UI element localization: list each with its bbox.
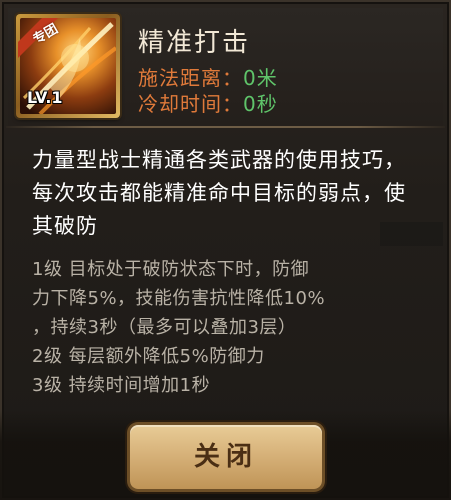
- cast-range-label: 施法距离：: [138, 66, 243, 90]
- effect-line: ，持续3秒（最多可以叠加3层）: [32, 317, 297, 338]
- skill-level: LV.1: [27, 88, 63, 107]
- skill-title: 精准打击: [138, 28, 251, 58]
- header-divider: [6, 126, 445, 128]
- cooldown-row: 冷却时间：0秒: [138, 88, 278, 117]
- cast-range-row: 施法距离：0米: [138, 62, 278, 91]
- cooldown-value: 0秒: [243, 92, 278, 116]
- cooldown-label: 冷却时间：: [138, 92, 243, 116]
- skill-effects-list: 1级 目标处于破防状态下时，防御 力下降5%，技能伤害抗性降低10% ，持续3秒…: [32, 255, 427, 400]
- effect-line: 1级 目标处于破防状态下时，防御: [32, 259, 310, 280]
- effect-line: 2级 每层额外降低5%防御力: [32, 346, 265, 367]
- cast-range-value: 0米: [243, 66, 278, 90]
- effect-line: 力下降5%，技能伤害抗性降低10%: [32, 288, 326, 309]
- effect-line: 3级 持续时间增加1秒: [32, 375, 211, 396]
- skill-description: 力量型战士精通各类武器的使用技巧，每次攻击都能精准命中目标的弱点，使其破防: [32, 148, 406, 238]
- background-panel-fragment: [380, 222, 443, 246]
- close-button[interactable]: 关闭: [130, 425, 322, 489]
- skill-detail-panel: 专团 LV.1 精准打击 施法距离：0米 冷却时间：0秒 力量型战士精通各类武器…: [0, 0, 451, 500]
